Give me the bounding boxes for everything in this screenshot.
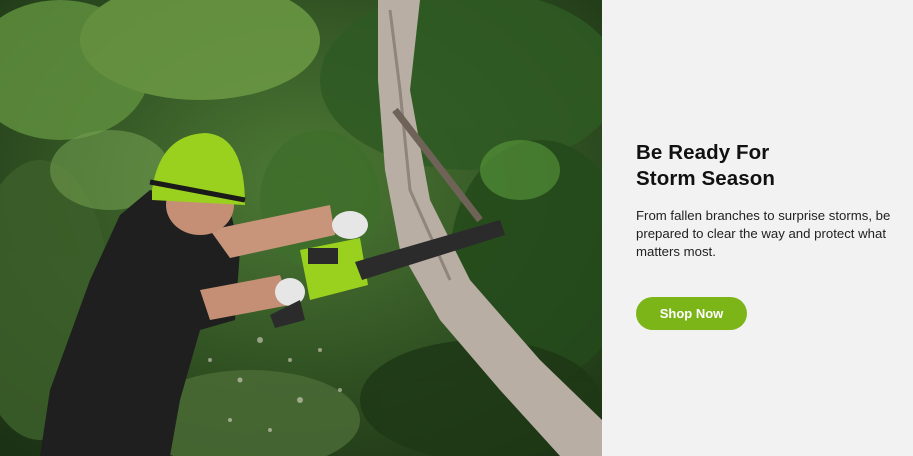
promo-banner: Be Ready For Storm Season From fallen br… [0, 0, 913, 456]
promo-text-panel: Be Ready For Storm Season From fallen br… [602, 0, 913, 456]
headline: Be Ready For Storm Season [636, 140, 775, 192]
shop-now-button[interactable]: Shop Now [636, 297, 747, 330]
headline-line-1: Be Ready For [636, 141, 770, 164]
glove-left [275, 278, 305, 306]
headline-line-2: Storm Season [636, 167, 776, 190]
hero-photo [0, 0, 602, 456]
body-copy: From fallen branches to surprise storms,… [636, 208, 891, 260]
chainsaw-worker-illustration [0, 0, 602, 456]
glove-right [332, 211, 368, 239]
